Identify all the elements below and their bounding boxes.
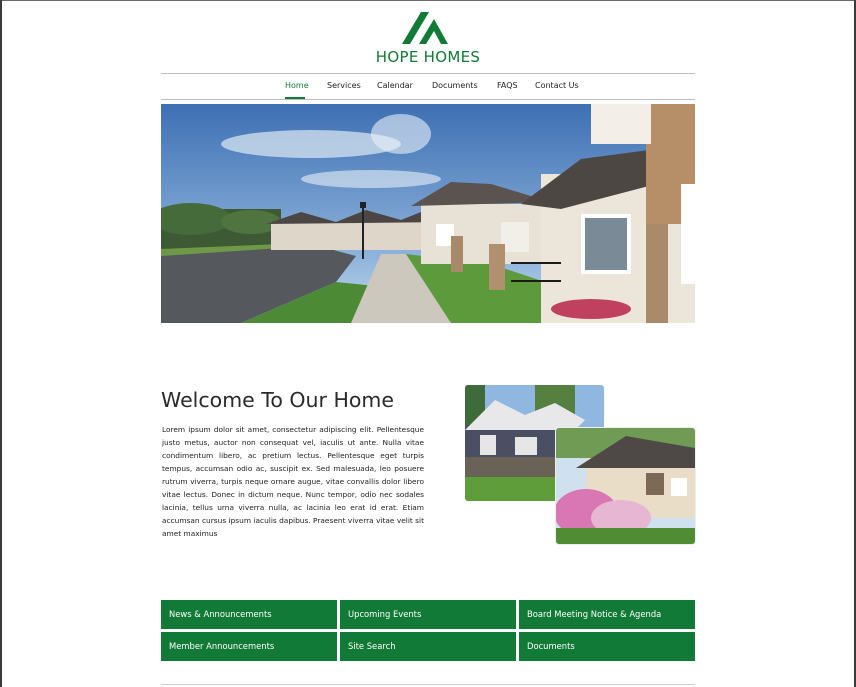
- main-navigation: Home Services Calendar Documents FAQS Co…: [161, 74, 695, 99]
- window-left-border: [0, 0, 2, 687]
- tile-site-search[interactable]: Site Search: [340, 632, 516, 661]
- welcome-title: Welcome To Our Home: [161, 388, 394, 412]
- nav-calendar[interactable]: Calendar: [377, 81, 413, 90]
- tile-documents[interactable]: Documents: [519, 632, 695, 661]
- hero-image: [161, 104, 695, 323]
- triangle-roof-logo-icon: [402, 12, 448, 44]
- welcome-body-text: Lorem ipsum dolor sit amet, consectetur …: [162, 425, 424, 538]
- house-photo-2: [556, 428, 695, 544]
- nav-services[interactable]: Services: [327, 81, 361, 90]
- window-top-border: [0, 0, 856, 1]
- nav-contact-us[interactable]: Contact Us: [535, 81, 579, 90]
- brand-name: HOPE HOMES: [375, 48, 481, 66]
- tile-news-announcements[interactable]: News & Announcements: [161, 600, 337, 629]
- hero-photo-illustration: [161, 104, 695, 323]
- site-logo[interactable]: HOPE HOMES: [360, 12, 496, 68]
- nav-documents[interactable]: Documents: [432, 81, 478, 90]
- nav-faqs[interactable]: FAQS: [497, 81, 518, 90]
- tile-board-meeting[interactable]: Board Meeting Notice & Agenda: [519, 600, 695, 629]
- nav-home[interactable]: Home: [285, 81, 309, 90]
- quick-links-grid: News & Announcements Upcoming Events Boa…: [161, 600, 695, 661]
- footer-divider: [161, 684, 695, 685]
- nav-bottom-divider: [161, 99, 695, 100]
- house-photo-2-illustration: [556, 428, 695, 544]
- tile-member-announcements[interactable]: Member Announcements: [161, 632, 337, 661]
- tile-upcoming-events[interactable]: Upcoming Events: [340, 600, 516, 629]
